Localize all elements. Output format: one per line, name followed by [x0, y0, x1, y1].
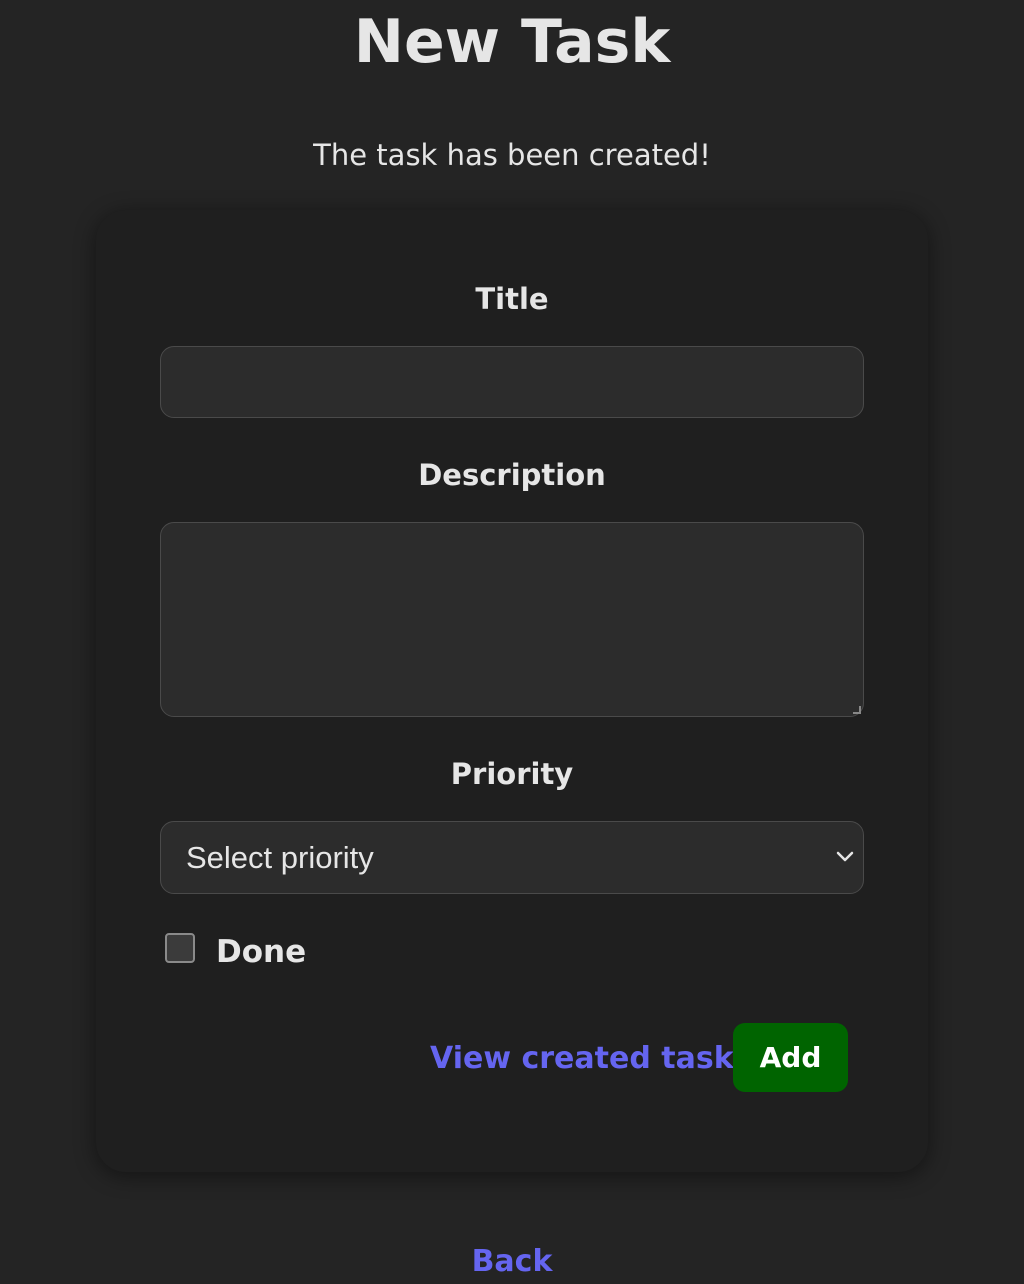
- done-checkbox[interactable]: [165, 933, 195, 963]
- title-label: Title: [475, 282, 549, 316]
- done-label[interactable]: Done: [216, 932, 306, 972]
- back-link[interactable]: Back: [0, 1242, 1024, 1282]
- page: New Task The task has been created! Titl…: [0, 0, 1024, 1284]
- priority-label: Priority: [450, 757, 574, 791]
- description-textarea[interactable]: [160, 522, 864, 717]
- title-input[interactable]: [160, 346, 864, 418]
- description-label: Description: [418, 458, 606, 492]
- chevron-down-icon: [836, 851, 854, 862]
- priority-select-value: Select priority: [186, 840, 374, 875]
- priority-select[interactable]: Select priority: [160, 821, 864, 894]
- status-message: The task has been created!: [313, 138, 711, 172]
- page-title: New Task: [353, 7, 671, 77]
- view-created-task-link[interactable]: View created task: [430, 1039, 734, 1079]
- resize-handle-icon[interactable]: [853, 706, 861, 714]
- task-form: Title Description Priority Select priori…: [96, 210, 928, 1172]
- add-button[interactable]: Add: [733, 1023, 848, 1092]
